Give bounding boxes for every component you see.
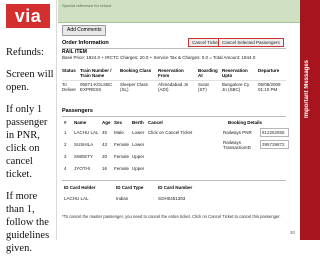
id-card-type-header: ID Card Type xyxy=(116,185,144,190)
passenger-berth: Lower xyxy=(132,130,145,135)
id-card-holder: LACHU LAL xyxy=(64,196,89,201)
note-screen-open: Screen will open. xyxy=(6,69,54,93)
passenger-age: 20 xyxy=(102,154,108,159)
note-single-passenger: If only 1 passenger in PNR, click on can… xyxy=(6,104,48,180)
id-card-holder-header: ID Card Holder xyxy=(64,185,96,190)
topbar-hint: Special reference for refund xyxy=(62,3,112,8)
note-multiple-passengers: If more than 1, follow the guidelines gi… xyxy=(6,191,50,254)
passenger-header-name: Name xyxy=(74,120,87,125)
journey-upto: Bangalore Cy Jn (SBC) xyxy=(222,82,250,92)
railways-transaction-label: Railways TransactionID xyxy=(223,140,251,150)
journey-departure: 05/08/2009 01:10 PM xyxy=(258,82,281,92)
id-card-type: Indian xyxy=(116,196,129,201)
journey-class: Sleeper Class (SL) xyxy=(120,82,149,92)
passenger-sex: Female xyxy=(114,166,130,171)
journey-from: Ahmedabad Jn (ADI) xyxy=(158,82,189,92)
passenger-age: 45 xyxy=(102,130,108,135)
panel-topbar: Special reference for refund xyxy=(58,0,300,23)
id-card-number-header: ID Card Number xyxy=(158,185,193,190)
journey-header-upto: Reservation Upto xyxy=(222,68,248,78)
order-divider xyxy=(62,48,286,49)
journey-status: To Deliver xyxy=(62,82,77,92)
journey-header-status: Status xyxy=(62,68,76,73)
passenger-name: SUSHILA xyxy=(74,142,94,147)
railways-transaction-field[interactable]: 395739872 xyxy=(260,140,289,149)
passenger-age: 43 xyxy=(102,142,108,147)
booking-panel: Special reference for refund Add Comment… xyxy=(58,0,300,238)
passenger-berth: Upper xyxy=(132,154,145,159)
passenger-header-num: # xyxy=(64,120,67,125)
passenger-sex: Male xyxy=(114,130,124,135)
railways-pnr-label: Railways PNR xyxy=(223,130,252,135)
passenger-num: 2 xyxy=(64,142,67,147)
railways-pnr-field[interactable]: 812252955 xyxy=(260,128,289,137)
instruction-notes: Refunds: Screen will open. If only 1 pas… xyxy=(6,46,54,264)
slide-divider xyxy=(56,0,57,240)
passenger-berth: Lower xyxy=(132,142,145,147)
journey-header-train: Train Number / Train Name xyxy=(80,68,112,78)
cancel-selected-passengers-button[interactable]: Cancel Selected Passengers xyxy=(218,38,284,47)
fare-summary: Base Price: 1924.0 + IRCTC Charges: 20.0… xyxy=(62,55,256,60)
journey-divider xyxy=(62,80,286,81)
note-refunds: Refunds: xyxy=(6,47,44,58)
passenger-header-age: Age xyxy=(102,120,111,125)
journey-header-class: Booking Class xyxy=(120,68,152,73)
passenger-berth: Upper xyxy=(132,166,145,171)
passenger-sex: Female xyxy=(114,154,130,159)
passenger-num: 1 xyxy=(64,130,67,135)
journey-boarding: Surat (ST) xyxy=(198,82,209,92)
journey-header-boarding: Boarding At xyxy=(198,68,218,78)
passenger-name: LACHU LAL xyxy=(74,130,99,135)
add-comments-button[interactable]: Add Comments xyxy=(62,25,107,36)
cancel-instruction: Click on Cancel Ticket xyxy=(148,130,193,135)
id-card-number: SOH0451393 xyxy=(158,196,186,201)
id-card-divider xyxy=(62,180,286,181)
order-info-title: Order Information xyxy=(62,40,109,46)
sidebar-label: Important Messages xyxy=(304,59,310,118)
passenger-age: 16 xyxy=(102,166,108,171)
passengers-divider xyxy=(62,116,286,117)
page-number: 30 xyxy=(290,230,296,235)
passengers-title: Passengers xyxy=(62,108,93,114)
journey-header-departure: Departure xyxy=(258,68,280,73)
passenger-num: 4 xyxy=(64,166,67,171)
journey-train: 05571-KOLSBC EXPRESS xyxy=(80,82,113,92)
booking-details-label: Booking Details xyxy=(228,120,263,125)
passenger-num: 3 xyxy=(64,154,67,159)
passenger-name: SWEETY xyxy=(74,154,94,159)
cancel-footnote: *To cancel the master passenger, you nee… xyxy=(62,214,281,219)
journey-header-from: Reservation From xyxy=(158,68,184,78)
passenger-header-sex: Sex xyxy=(114,120,123,125)
passenger-sex: Female xyxy=(114,142,130,147)
via-logo: via xyxy=(6,4,50,28)
passenger-name: JYOTHI xyxy=(74,166,91,171)
passenger-header-cancel: Cancel xyxy=(148,120,163,125)
passenger-header-berth: Berth xyxy=(132,120,144,125)
